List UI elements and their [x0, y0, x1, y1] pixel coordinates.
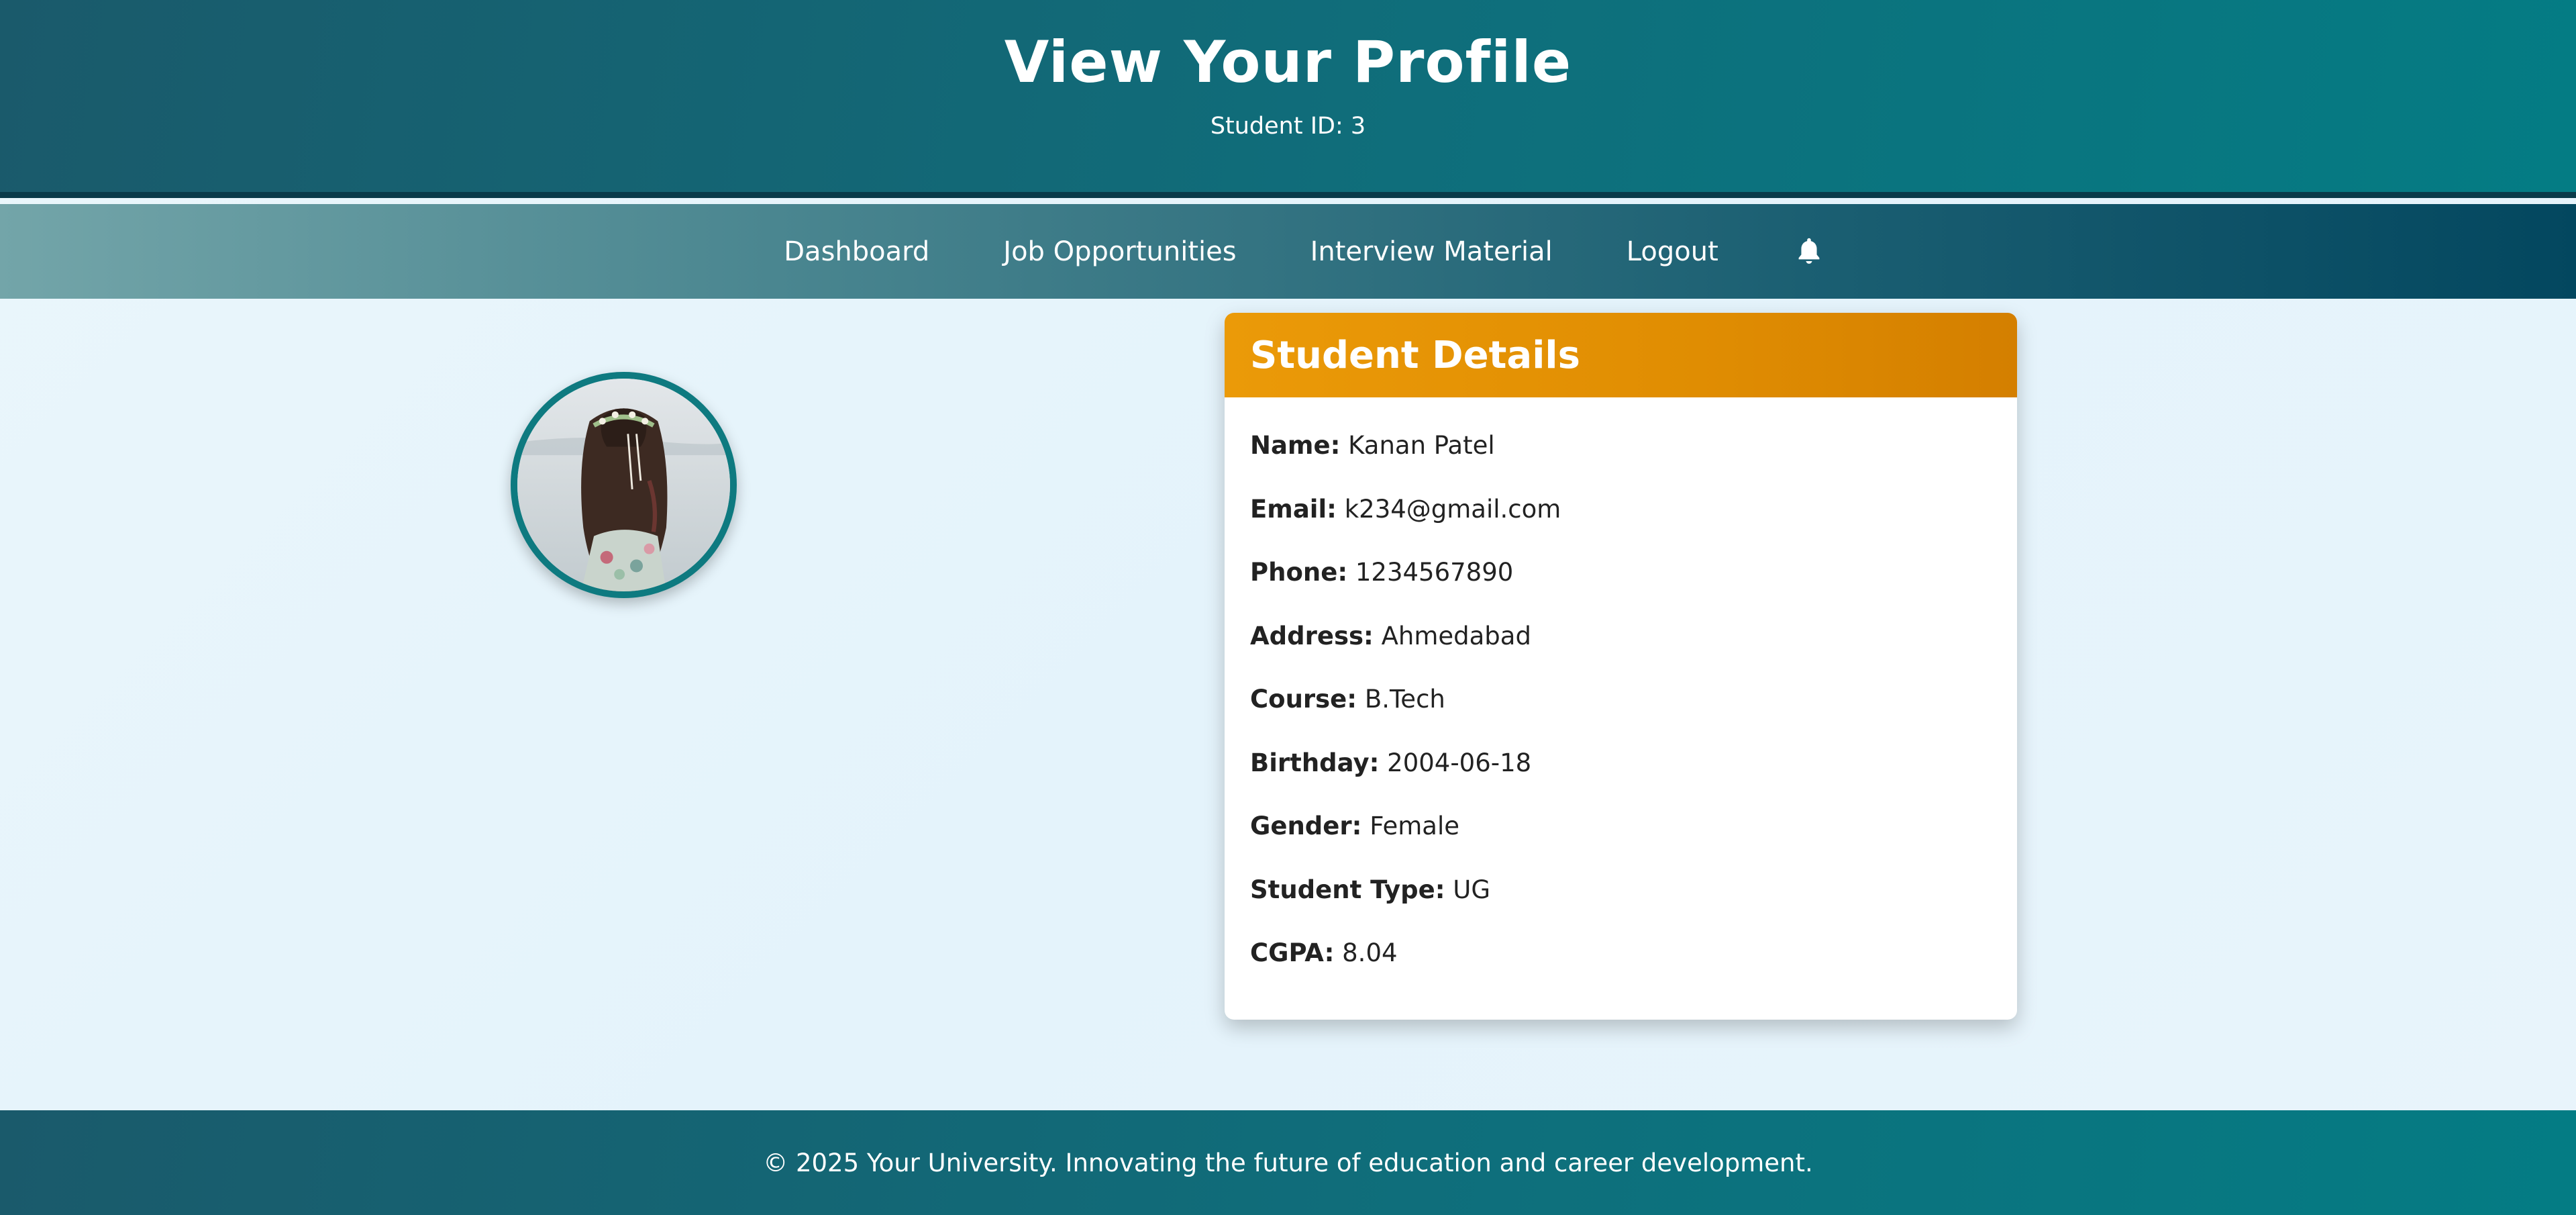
nav-link-dashboard[interactable]: Dashboard: [784, 232, 929, 272]
detail-row-email: Email: k234@gmail.com: [1250, 489, 1992, 553]
detail-row-name: Name: Kanan Patel: [1250, 426, 1992, 489]
detail-row-cgpa: CGPA: 8.04: [1250, 933, 1992, 997]
main-nav: Dashboard Job Opportunities Interview Ma…: [0, 204, 2576, 299]
detail-label: CGPA:: [1250, 938, 1335, 967]
profile-photo: [517, 379, 730, 591]
nav-link-job-opportunities[interactable]: Job Opportunities: [1003, 232, 1236, 272]
detail-label: Course:: [1250, 685, 1357, 714]
detail-label: Student Type:: [1250, 875, 1445, 904]
card-title: Student Details: [1250, 333, 1580, 377]
detail-label: Birthday:: [1250, 748, 1380, 777]
detail-label: Phone:: [1250, 558, 1348, 587]
page-footer: © 2025 Your University. Innovating the f…: [0, 1110, 2576, 1215]
page-header: View Your Profile Student ID: 3: [0, 0, 2576, 198]
page-title: View Your Profile: [1004, 29, 1572, 96]
detail-value: Ahmedabad: [1381, 621, 1531, 650]
nav-link-interview-material[interactable]: Interview Material: [1310, 232, 1553, 272]
detail-value: UG: [1453, 875, 1491, 904]
detail-value: Female: [1370, 812, 1459, 840]
card-body: Name: Kanan Patel Email: k234@gmail.com …: [1225, 397, 2017, 997]
detail-value: k234@gmail.com: [1344, 494, 1561, 524]
detail-row-phone: Phone: 1234567890: [1250, 552, 1992, 616]
student-id: Student ID: 3: [1210, 113, 1366, 140]
detail-row-birthday: Birthday: 2004-06-18: [1250, 743, 1992, 807]
detail-value: B.Tech: [1364, 685, 1445, 714]
detail-value: 1234567890: [1355, 558, 1514, 587]
profile-avatar: [511, 372, 737, 598]
detail-label: Gender:: [1250, 812, 1362, 840]
card-header: Student Details: [1225, 313, 2017, 397]
detail-row-course: Course: B.Tech: [1250, 679, 1992, 743]
detail-value: Kanan Patel: [1348, 431, 1495, 460]
bell-icon[interactable]: [1789, 232, 1829, 272]
detail-value: 2004-06-18: [1387, 748, 1532, 777]
detail-row-address: Address: Ahmedabad: [1250, 616, 1992, 680]
nav-link-logout[interactable]: Logout: [1627, 232, 1718, 272]
footer-text: © 2025 Your University. Innovating the f…: [763, 1148, 1813, 1177]
detail-label: Name:: [1250, 431, 1341, 460]
detail-label: Address:: [1250, 621, 1374, 650]
detail-row-gender: Gender: Female: [1250, 806, 1992, 870]
detail-value: 8.04: [1342, 938, 1398, 967]
student-details-card: Student Details Name: Kanan Patel Email:…: [1225, 313, 2017, 1020]
detail-label: Email:: [1250, 494, 1337, 524]
detail-row-student-type: Student Type: UG: [1250, 870, 1992, 934]
